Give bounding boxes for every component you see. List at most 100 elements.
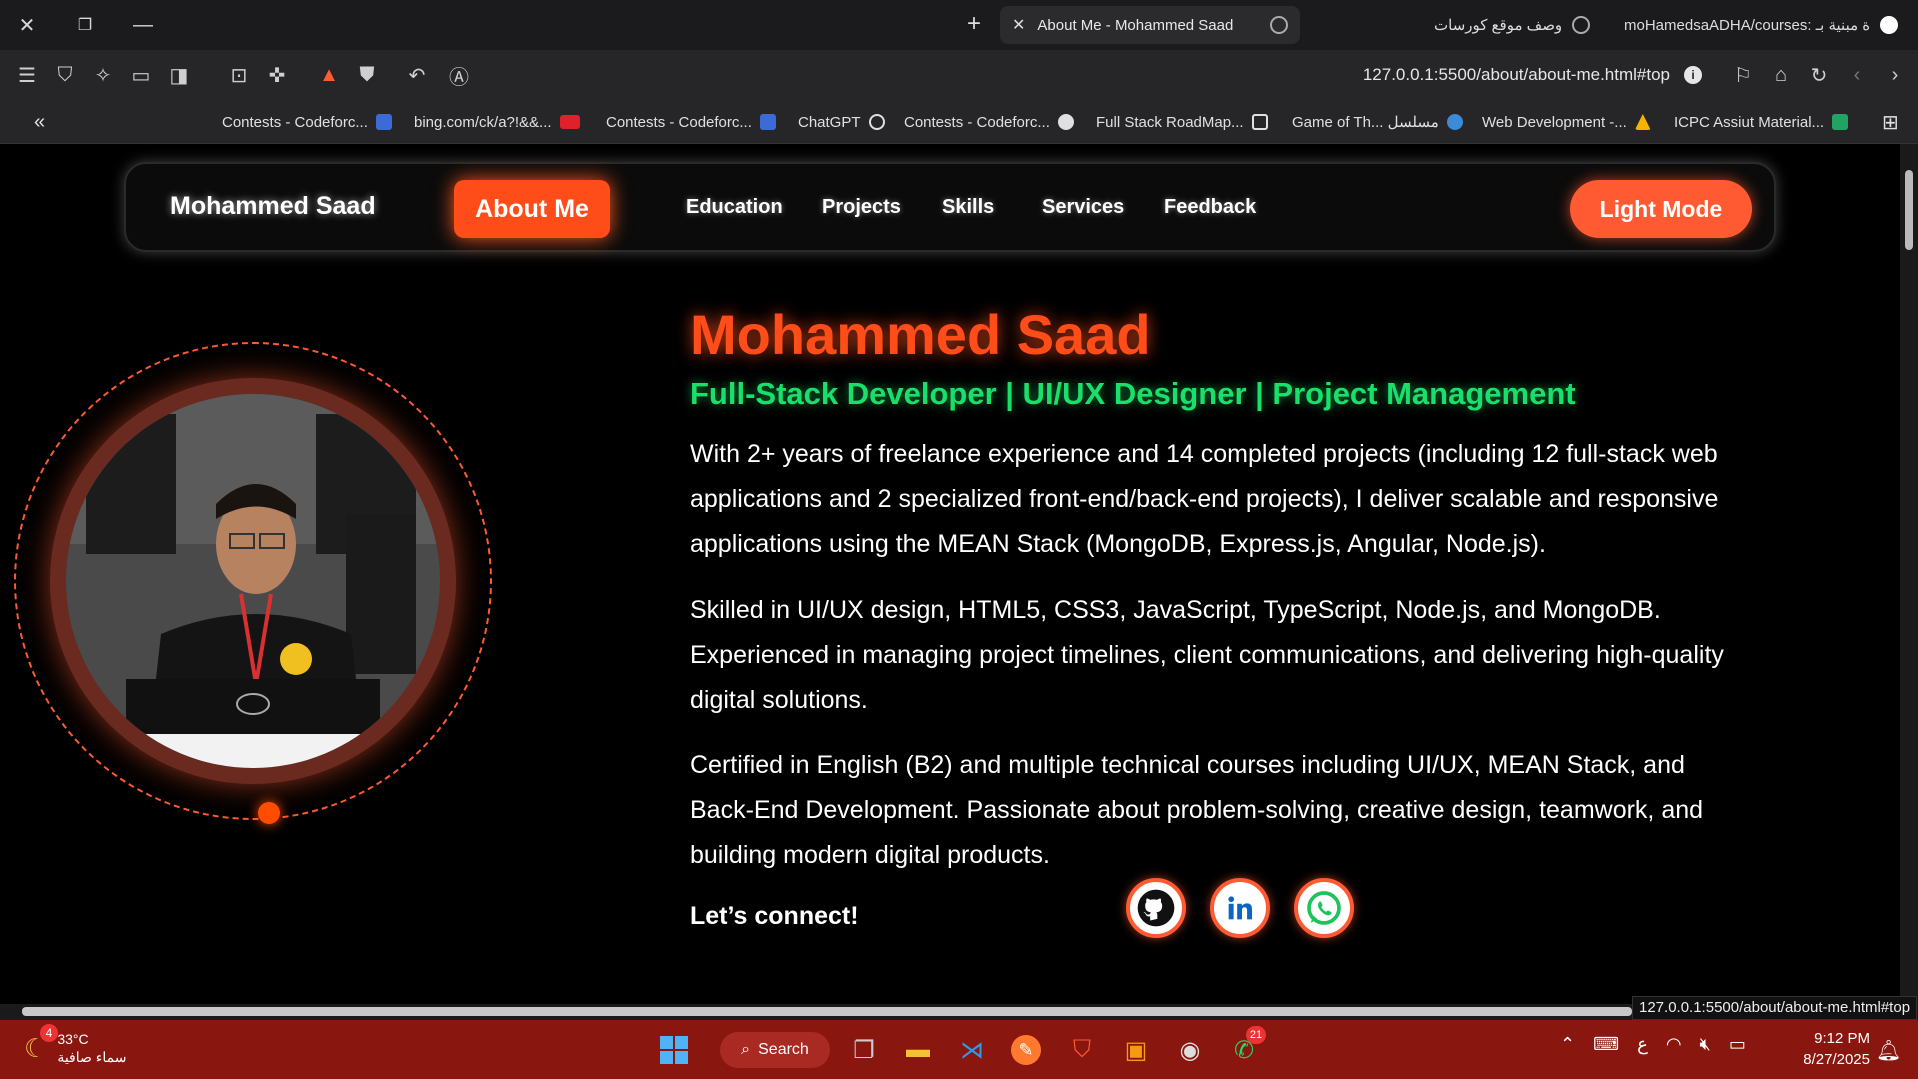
site-brand[interactable]: Mohammed Saad	[170, 192, 376, 221]
start-button[interactable]	[654, 1030, 694, 1070]
app-icon[interactable]: ▣	[1116, 1030, 1156, 1070]
github-icon	[1880, 16, 1899, 34]
brave-browser-icon[interactable]: ⛉	[1062, 1030, 1102, 1070]
minimize-window-icon[interactable]: —	[128, 10, 158, 40]
whatsapp-link[interactable]	[1294, 878, 1354, 938]
forward-icon[interactable]: ‹	[1844, 62, 1870, 88]
menu-icon[interactable]: ☰	[14, 62, 40, 88]
tab-title: وصف موقع كورسات	[1434, 17, 1563, 34]
sidebar-icon[interactable]: ◨	[166, 62, 192, 88]
whatsapp-icon	[1307, 891, 1341, 925]
chatgpt-icon	[868, 114, 885, 130]
clock[interactable]: 9:12 PM 8/27/2025	[1786, 1028, 1870, 1070]
bookmark-item[interactable]: ICPC Assiut Material...	[1674, 110, 1849, 134]
translate-icon[interactable]: Ⓐ	[446, 62, 472, 89]
bookmark-icon[interactable]: ⚐	[1730, 62, 1756, 88]
nav-skills[interactable]: Skills	[942, 196, 994, 219]
wallet-icon[interactable]: ▭	[128, 62, 154, 88]
linkedin-link[interactable]	[1210, 878, 1270, 938]
tab-title: About Me - Mohammed Saad	[1037, 16, 1234, 34]
obs-icon[interactable]: ◉	[1170, 1030, 1210, 1070]
browser-toolbar: ☰ ⛉ ✧ ▭ ◨ ⊡ ✜ ▲ ⛊ ↶ Ⓐ 127.0.0.1:5500/abo…	[0, 50, 1918, 100]
nav-services[interactable]: Services	[1042, 196, 1124, 219]
address-bar[interactable]: 127.0.0.1:5500/about/about-me.html#top	[1280, 62, 1670, 88]
google-sheets-icon	[1832, 114, 1849, 130]
close-window-icon[interactable]: ✕	[12, 10, 42, 40]
new-tab-button[interactable]: +	[960, 10, 988, 38]
bookmark-label: Game of Th... مسلسل	[1292, 114, 1439, 131]
hero-name: Mohammed Saad	[690, 303, 1151, 366]
tab-course-description[interactable]: وصف موقع كورسات	[1434, 12, 1591, 38]
bookmark-item[interactable]: Contests - Codeforc...	[222, 110, 392, 134]
taskbar-search[interactable]: ⌕ Search	[720, 1032, 830, 1068]
profile-photo-illustration	[66, 394, 440, 768]
volume-muted-icon[interactable]: 🔇︎	[1700, 1034, 1711, 1055]
notification-bell-icon[interactable]: 🔔︎	[1876, 1038, 1901, 1063]
chevron-up-icon[interactable]: ⌃	[1560, 1034, 1575, 1055]
search-icon: ⌕	[741, 1041, 751, 1058]
extensions-icon[interactable]: ✜	[264, 62, 290, 88]
search-label: Search	[758, 1041, 809, 1058]
hero-role: Full-Stack Developer | UI/UX Designer | …	[690, 376, 1576, 411]
whatsapp-badge: 21	[1246, 1026, 1266, 1044]
file-explorer-icon[interactable]: ▬	[898, 1030, 938, 1070]
bookmark-item[interactable]: Contests - Codeforc...	[606, 110, 776, 134]
nav-about-me[interactable]: About Me	[454, 180, 610, 238]
web-page: Mohammed Saad About Me Education Project…	[0, 144, 1900, 1004]
bookmarks-bar: « Contests - Codeforc... bing.com/ck/a?!…	[0, 100, 1918, 144]
bookmark-item[interactable]: ChatGPT	[798, 110, 885, 134]
tab-favicon-icon	[1270, 16, 1288, 34]
weather-temp: 33°C	[57, 1031, 89, 1047]
bookmark-item[interactable]: bing.com/ck/a?!&&...	[414, 110, 580, 134]
pin-icon[interactable]: ✧	[90, 62, 116, 88]
vscode-icon[interactable]: ⋊	[952, 1030, 992, 1070]
tab-about-me[interactable]: ✕ About Me - Mohammed Saad	[1000, 6, 1300, 44]
codeforces-icon	[759, 114, 776, 130]
bookmark-label: Contests - Codeforc...	[606, 113, 752, 131]
brave-shields-icon[interactable]: ⛊	[354, 62, 380, 88]
tab-strip: ✕ ❐ — + ✕ About Me - Mohammed Saad وصف م…	[0, 0, 1918, 50]
tab-github-courses[interactable]: moHamedsaADHA/courses: ة مبنية بـ	[1624, 12, 1899, 38]
undo-icon[interactable]: ↶	[404, 62, 430, 88]
clock-time: 9:12 PM	[1814, 1030, 1870, 1047]
bookmark-item[interactable]: Full Stack RoadMap...	[1096, 110, 1268, 134]
brave-rewards-icon[interactable]: ▲	[316, 62, 342, 88]
nav-education[interactable]: Education	[686, 196, 783, 219]
tab-title: moHamedsaADHA/courses: ة مبنية بـ	[1624, 17, 1871, 34]
nav-feedback[interactable]: Feedback	[1164, 196, 1256, 219]
github-link[interactable]	[1126, 878, 1186, 938]
collapse-bookmarks-icon[interactable]: «	[34, 110, 45, 134]
back-icon[interactable]: ›	[1882, 62, 1908, 88]
connect-heading: Let’s connect!	[690, 902, 859, 930]
chatgpt-icon	[1572, 16, 1591, 34]
bookmark-label: bing.com/ck/a?!&&...	[414, 113, 552, 131]
input-language[interactable]: ع	[1637, 1034, 1648, 1055]
light-mode-button[interactable]: Light Mode	[1570, 180, 1752, 238]
orbit-dot	[258, 802, 280, 824]
site-info-icon[interactable]: i	[1684, 66, 1702, 84]
pen-app-icon[interactable]: ✎	[1006, 1030, 1046, 1070]
screenshot-icon[interactable]: ⊡	[226, 62, 252, 88]
vertical-scrollbar[interactable]	[1900, 144, 1918, 1004]
github-icon	[1137, 889, 1175, 927]
nav-projects[interactable]: Projects	[822, 196, 901, 219]
restore-window-icon[interactable]: ❐	[70, 10, 100, 40]
tab-close-icon[interactable]: ✕	[1012, 15, 1025, 35]
linkedin-icon	[1228, 896, 1253, 920]
profile-photo	[66, 394, 440, 768]
vertical-scroll-thumb[interactable]	[1905, 170, 1913, 250]
keyboard-icon[interactable]: ⌨	[1593, 1034, 1619, 1055]
task-view-icon[interactable]: ❐	[844, 1030, 884, 1070]
horizontal-scroll-thumb[interactable]	[22, 1007, 1632, 1016]
shield-icon[interactable]: ⛉	[52, 62, 78, 88]
all-bookmarks-icon[interactable]: ⊞	[1882, 110, 1899, 134]
bookmark-item[interactable]: Web Development -...	[1482, 110, 1651, 134]
reload-icon[interactable]: ↻	[1806, 62, 1832, 88]
bookmark-item[interactable]: Contests - Codeforc...	[904, 110, 1074, 134]
bookmark-label: Contests - Codeforc...	[222, 113, 368, 131]
battery-icon[interactable]: ▭	[1729, 1034, 1746, 1055]
bookmark-item[interactable]: Game of Th... مسلسل	[1292, 110, 1463, 134]
home-icon[interactable]: ⌂	[1768, 62, 1794, 88]
link-status-url: 127.0.0.1:5500/about/about-me.html#top	[1632, 996, 1918, 1020]
wifi-icon[interactable]: ◠	[1666, 1034, 1682, 1055]
